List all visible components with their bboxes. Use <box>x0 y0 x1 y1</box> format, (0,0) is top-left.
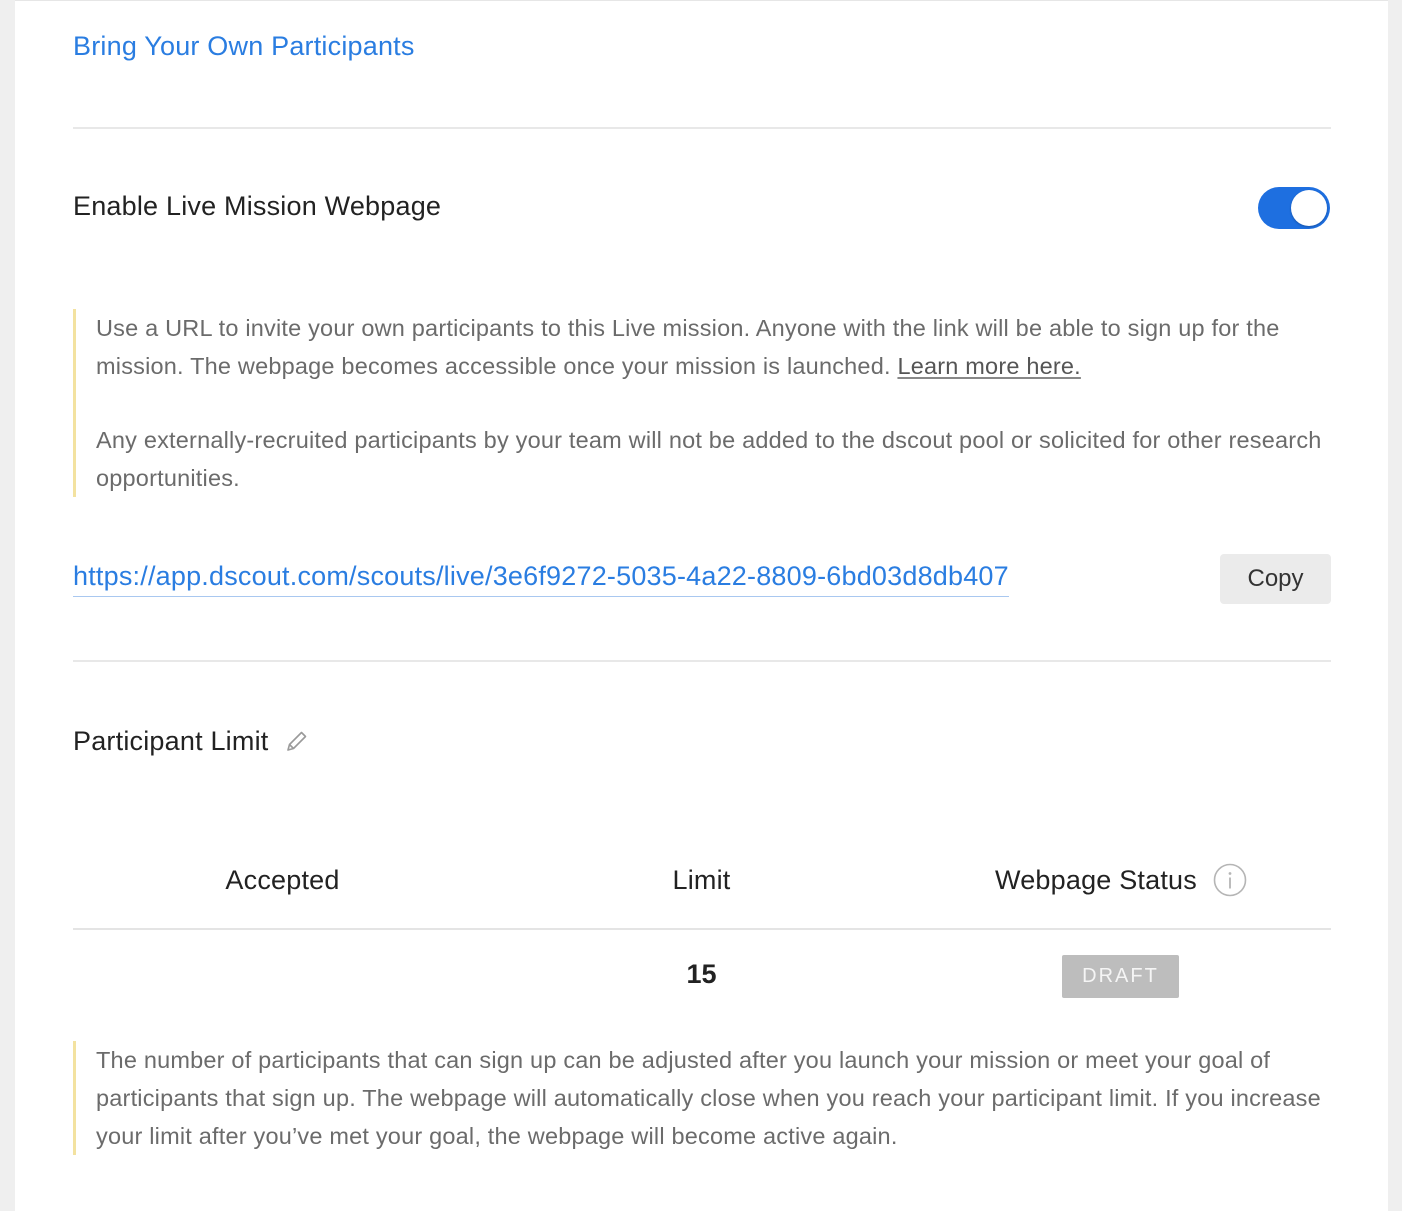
pencil-icon[interactable] <box>282 728 310 756</box>
settings-panel: Bring Your Own Participants Enable Live … <box>15 0 1388 1211</box>
column-header-webpage-status: Webpage Status <box>911 863 1331 897</box>
webpage-info-text: Use a URL to invite your own participant… <box>96 315 1280 379</box>
table-header-divider <box>73 928 1331 930</box>
participant-limit-header: Participant Limit <box>73 726 310 757</box>
participant-limit-value: 15 <box>686 959 717 989</box>
copy-url-button[interactable]: Copy <box>1220 554 1331 604</box>
participant-limit-note-text: The number of participants that can sign… <box>96 1047 1321 1149</box>
column-header-webpage-status-label: Webpage Status <box>995 864 1197 895</box>
learn-more-link[interactable]: Learn more here. <box>897 353 1080 379</box>
participant-limit-title: Participant Limit <box>73 726 269 756</box>
divider <box>73 660 1331 662</box>
enable-webpage-toggle[interactable] <box>1258 187 1330 229</box>
external-participants-paragraph: Any externally-recruited participants by… <box>96 427 1322 491</box>
webpage-url-link[interactable]: https://app.dscout.com/scouts/live/3e6f9… <box>73 561 1009 597</box>
participant-limit-note: The number of participants that can sign… <box>73 1041 1326 1155</box>
column-header-accepted: Accepted <box>225 865 340 895</box>
webpage-status-badge: DRAFT <box>1062 955 1179 998</box>
webpage-info-paragraph: Use a URL to invite your own participant… <box>96 309 1336 385</box>
divider <box>73 127 1331 129</box>
webpage-info-note: Use a URL to invite your own participant… <box>73 309 1336 497</box>
toggle-knob <box>1291 190 1327 226</box>
bring-your-own-participants-link[interactable]: Bring Your Own Participants <box>73 31 415 62</box>
column-header-limit: Limit <box>672 865 731 895</box>
enable-webpage-label: Enable Live Mission Webpage <box>73 191 442 221</box>
info-icon[interactable] <box>1213 863 1247 897</box>
